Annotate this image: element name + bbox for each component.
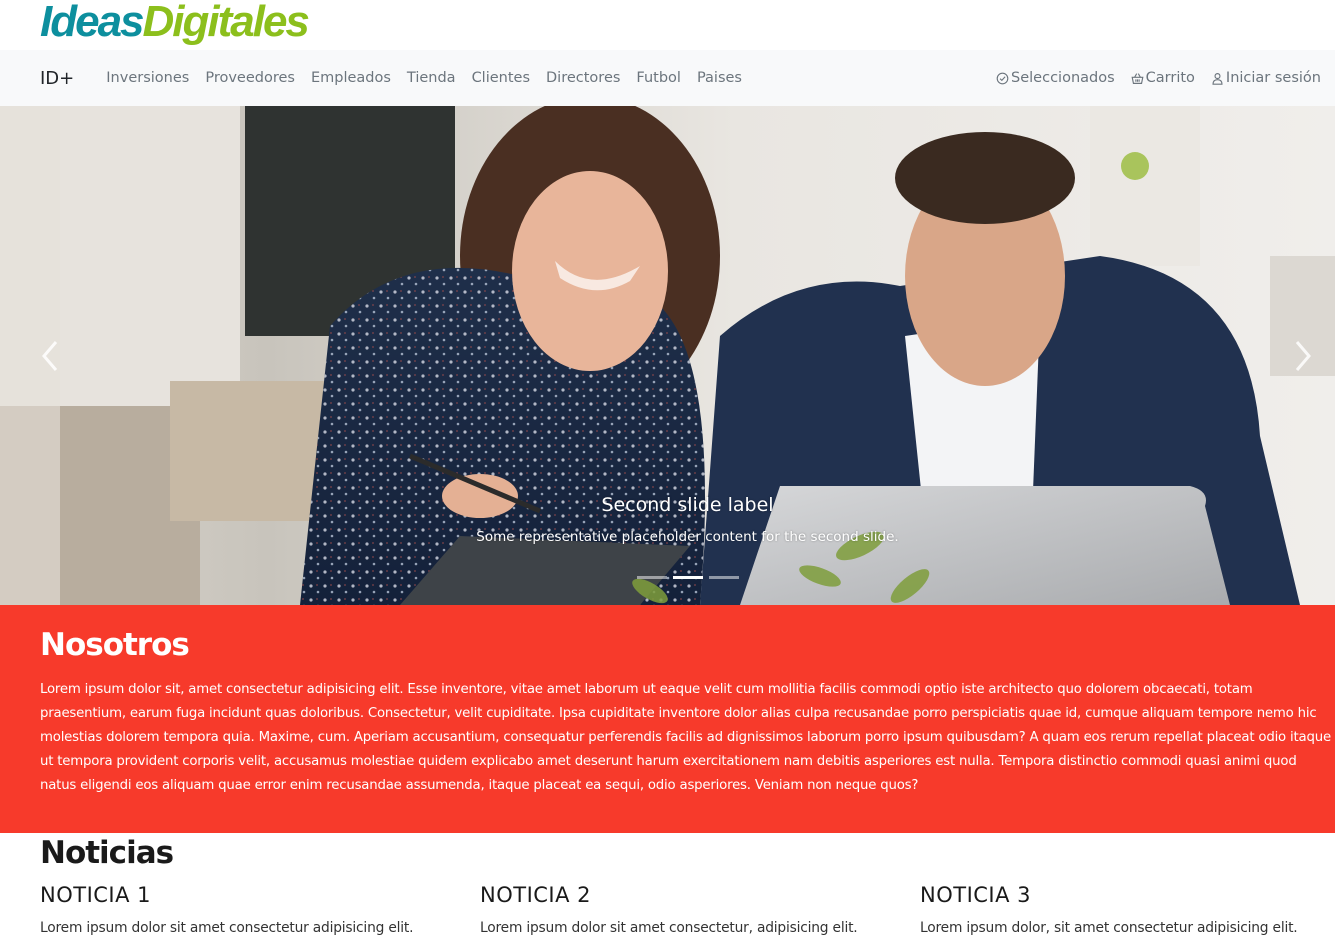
carousel-caption-title: Second slide label (601, 494, 774, 516)
carousel-prev-button[interactable] (40, 336, 80, 376)
login-link[interactable]: Iniciar sesión (1203, 70, 1329, 86)
nav-item-paises[interactable]: Paises (689, 70, 750, 86)
news-card-title: NOTICIA 3 (920, 883, 1032, 907)
nav-links: Inversiones Proveedores Empleados Tienda… (98, 70, 750, 86)
person-icon (1212, 72, 1223, 85)
nav-item-tienda[interactable]: Tienda (399, 70, 464, 86)
login-label: Iniciar sesión (1225, 70, 1321, 86)
news-card: NOTICIA 3 Lorem ipsum dolor, sit amet co… (920, 883, 1335, 936)
logo-bar: IdeasDigitales (0, 0, 1335, 50)
nav-right-group: Seleccionados Carrito Iniciar sesión (988, 50, 1329, 106)
chevron-right-icon (1295, 341, 1311, 371)
carousel-caption-text: Some representative placeholder content … (476, 529, 899, 545)
nav-item-empleados[interactable]: Empleados (303, 70, 399, 86)
about-section: Nosotros Lorem ipsum dolor sit, amet con… (0, 605, 1335, 833)
carousel-indicator[interactable] (637, 576, 667, 579)
nav-item-directores[interactable]: Directores (538, 70, 628, 86)
site-logo[interactable]: IdeasDigitales (40, 0, 310, 48)
news-card: NOTICIA 2 Lorem ipsum dolor sit amet con… (480, 883, 900, 936)
check-circle-icon (996, 72, 1009, 84)
main-navbar: ID+ Inversiones Proveedores Empleados Ti… (0, 50, 1335, 106)
nav-item-inversiones[interactable]: Inversiones (98, 70, 197, 86)
cart-link[interactable]: Carrito (1123, 70, 1203, 86)
news-card: NOTICIA 1 Lorem ipsum dolor sit amet con… (40, 883, 460, 936)
nav-item-proveedores[interactable]: Proveedores (197, 70, 303, 86)
chevron-left-icon (42, 341, 58, 371)
selected-link[interactable]: Seleccionados (988, 70, 1123, 86)
nav-item-clientes[interactable]: Clientes (464, 70, 538, 86)
carousel-indicators (637, 576, 739, 579)
logo-word-digitales: Digitales (142, 0, 310, 46)
nav-item-futbol[interactable]: Futbol (628, 70, 689, 86)
selected-label: Seleccionados (1011, 70, 1115, 86)
carousel-next-button[interactable] (1293, 336, 1333, 376)
navbar-brand[interactable]: ID+ (40, 68, 74, 89)
news-card-text: Lorem ipsum dolor sit amet consectetur a… (40, 920, 414, 936)
about-title: Nosotros (40, 627, 190, 663)
news-card-title: NOTICIA 2 (480, 883, 592, 907)
carousel-indicator[interactable] (673, 576, 703, 579)
carousel-indicator[interactable] (709, 576, 739, 579)
about-text: Lorem ipsum dolor sit, amet consectetur … (40, 682, 1331, 793)
hero-carousel: Second slide label Some representative p… (0, 106, 1335, 605)
news-card-text: Lorem ipsum dolor sit amet consectetur, … (480, 920, 858, 936)
news-title: Noticias (40, 835, 174, 871)
basket-icon (1131, 72, 1144, 84)
logo-word-ideas: Ideas (40, 0, 145, 46)
news-card-title: NOTICIA 1 (40, 883, 152, 907)
cart-label: Carrito (1145, 70, 1195, 86)
news-section: Noticias NOTICIA 1 Lorem ipsum dolor sit… (0, 833, 1335, 948)
news-card-text: Lorem ipsum dolor, sit amet consectetur … (920, 920, 1298, 936)
